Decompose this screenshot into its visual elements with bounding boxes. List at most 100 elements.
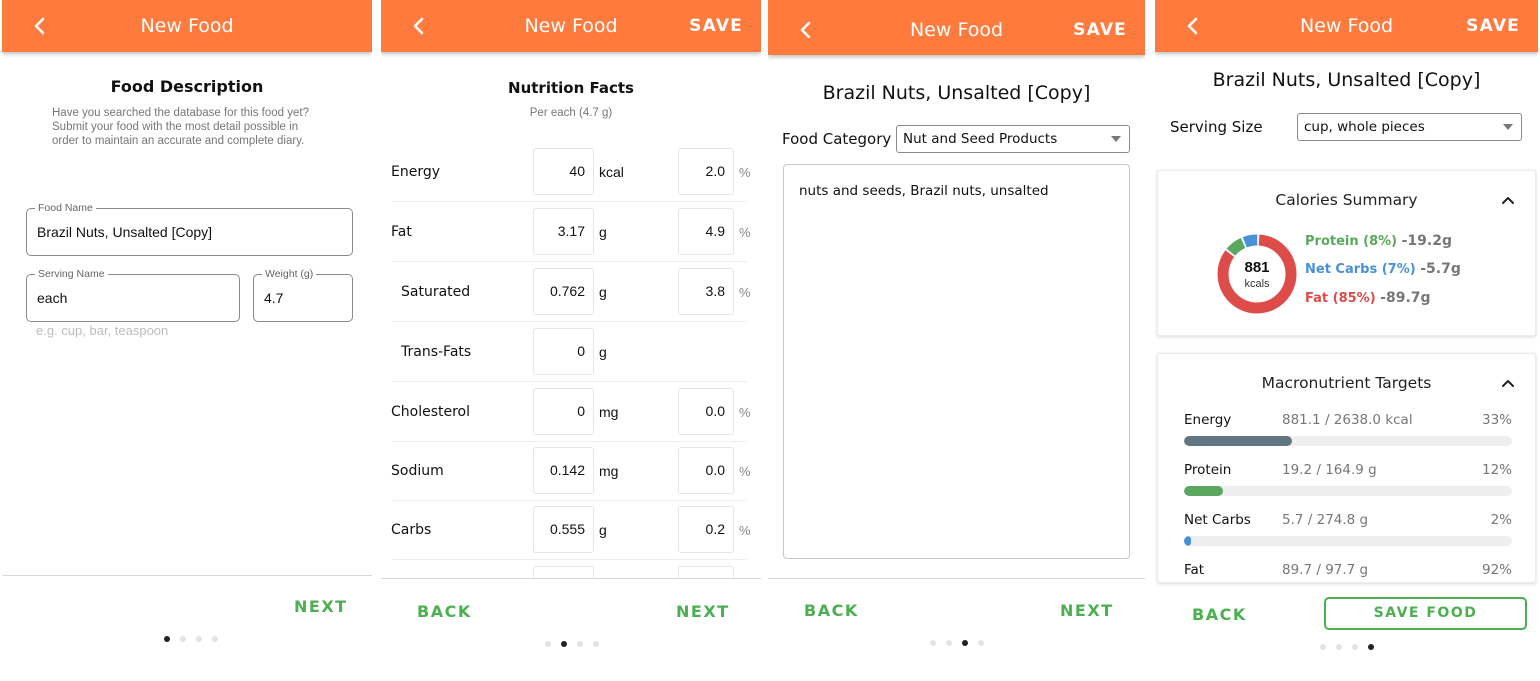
percent-sign: % — [739, 523, 751, 538]
nutrient-name: Saturated — [401, 284, 471, 300]
nutrient-unit: mg — [599, 404, 619, 420]
serving-size-value: cup, whole pieces — [1304, 119, 1425, 135]
food-title: Brazil Nuts, Unsalted [Copy] — [1212, 69, 1481, 91]
chevron-up-icon[interactable] — [1501, 378, 1515, 388]
app-bar-title: New Food — [140, 15, 234, 37]
nutrient-percent-input[interactable]: 0.0 — [678, 388, 734, 435]
calories-total: 881 — [1244, 259, 1269, 276]
save-action[interactable]: SAVE — [689, 0, 743, 52]
macro-value: 5.7 / 274.8 g — [1282, 512, 1369, 528]
page-indicator — [164, 636, 218, 642]
description-text: Have you searched the database for this … — [52, 107, 309, 147]
nutrient-value-input[interactable]: 0 — [533, 388, 594, 435]
next-button[interactable]: NEXT — [1060, 601, 1114, 620]
nutrient-percent-input[interactable]: 2.0 — [678, 148, 734, 195]
page-indicator — [545, 641, 599, 647]
nutrient-name: Sodium — [391, 463, 444, 479]
percent-sign: % — [739, 165, 751, 180]
back-text-button[interactable]: BACK — [1192, 605, 1247, 624]
nutrient-row: Cholesterol 0 mg 0.0 % — [381, 382, 751, 442]
nutrient-value-input-partial[interactable] — [533, 566, 594, 578]
serving-subheading: Per each (4.7 g) — [529, 107, 613, 119]
macronutrient-targets-card: Macronutrient Targets Energy 881.1 / 263… — [1157, 353, 1536, 583]
back-text-button[interactable]: BACK — [804, 601, 859, 620]
nutrient-value-input[interactable]: 0 — [533, 328, 594, 375]
save-action[interactable]: SAVE — [1073, 0, 1127, 60]
progress-track — [1184, 436, 1512, 446]
nutrient-name: Fat — [391, 224, 412, 240]
protein-legend: Protein (8%) -19.2g — [1305, 233, 1452, 249]
footer-divider — [2, 575, 372, 576]
food-name-label: Food Name — [35, 202, 96, 214]
nutrient-value-input[interactable]: 3.17 — [533, 208, 594, 255]
macro-name: Energy — [1184, 412, 1232, 428]
card-title: Macronutrient Targets — [1261, 374, 1432, 392]
nutrient-value-input[interactable]: 0.762 — [533, 268, 594, 315]
calories-unit: kcals — [1244, 278, 1270, 290]
page-dot — [545, 641, 551, 647]
nutrient-name: Energy — [391, 164, 441, 180]
page-dot — [164, 636, 170, 642]
percent-sign: % — [739, 405, 751, 420]
save-food-button[interactable]: SAVE FOOD — [1324, 597, 1527, 630]
serving-size-label: Serving Size — [1170, 118, 1263, 136]
macro-name: Fat — [1184, 562, 1205, 578]
percent-sign: % — [739, 464, 751, 479]
nutrient-value-input[interactable]: 0.142 — [533, 447, 594, 494]
page-dot — [577, 641, 583, 647]
app-bar: New Food — [2, 0, 372, 52]
nutrient-row: Carbs 0.555 g 0.2 % — [381, 500, 751, 560]
fat-legend-label: Fat (85%) — [1305, 291, 1376, 306]
nutrient-percent-input[interactable]: 0.0 — [678, 447, 734, 494]
serving-size-select[interactable]: cup, whole pieces — [1297, 113, 1522, 141]
page-dot — [196, 636, 202, 642]
nutrient-value-input[interactable]: 40 — [533, 148, 594, 195]
next-button[interactable]: NEXT — [676, 602, 730, 621]
nutrient-value-input[interactable]: 0.555 — [533, 506, 594, 553]
footer-divider — [768, 578, 1145, 579]
weight-label: Weight (g) — [262, 268, 317, 280]
food-category-label: Food Category — [782, 130, 892, 148]
nutrient-unit: g — [599, 344, 607, 360]
serving-name-field[interactable]: Serving Name each — [26, 268, 240, 322]
carbs-legend-label: Net Carbs (7%) — [1305, 262, 1416, 277]
page-dot — [1320, 644, 1326, 650]
protein-legend-grams: -19.2g — [1401, 233, 1452, 249]
page-dot — [593, 641, 599, 647]
nutrient-percent-input-partial[interactable] — [678, 566, 734, 578]
food-category-select[interactable]: Nut and Seed Products — [896, 125, 1130, 153]
food-notes-textarea[interactable]: nuts and seeds, Brazil nuts, unsalted — [783, 164, 1130, 559]
nutrient-percent-input[interactable]: 3.8 — [678, 268, 734, 315]
food-title: Brazil Nuts, Unsalted [Copy] — [822, 82, 1091, 104]
macro-percent: 2% — [1490, 512, 1512, 528]
back-text-button[interactable]: BACK — [417, 602, 472, 621]
row-divider — [393, 559, 747, 560]
food-name-value: Brazil Nuts, Unsalted [Copy] — [37, 224, 213, 240]
save-action[interactable]: SAVE — [1466, 0, 1520, 52]
page-dot — [930, 640, 936, 646]
page-indicator — [930, 640, 984, 646]
nutrient-row: Energy 40 kcal 2.0 % — [381, 142, 751, 202]
food-name-field[interactable]: Food Name Brazil Nuts, Unsalted [Copy] — [26, 202, 353, 256]
nutrient-percent-input[interactable]: 0.2 — [678, 506, 734, 553]
nutrient-name: Carbs — [391, 522, 432, 538]
nutrient-row: Saturated 0.762 g 3.8 % — [381, 262, 751, 322]
dropdown-arrow-icon — [1503, 124, 1513, 130]
nutrient-row: Trans-Fats 0 g — [381, 322, 751, 382]
calories-donut-chart: 881 kcals — [1217, 234, 1297, 314]
nutrient-unit: g — [599, 522, 607, 538]
weight-value: 4.7 — [264, 290, 284, 306]
nutrient-unit: mg — [599, 463, 619, 479]
next-button[interactable]: NEXT — [294, 597, 348, 616]
progress-track — [1184, 486, 1512, 496]
screen-food-summary: New Food SAVE Brazil Nuts, Unsalted [Cop… — [1155, 0, 1538, 681]
nutrient-percent-input[interactable]: 4.9 — [678, 208, 734, 255]
carbs-legend: Net Carbs (7%) -5.7g — [1305, 261, 1461, 277]
nutrient-unit: g — [599, 224, 607, 240]
serving-name-label: Serving Name — [35, 268, 108, 280]
carbs-legend-grams: -5.7g — [1420, 261, 1461, 277]
progress-fill — [1184, 536, 1191, 546]
weight-field[interactable]: Weight (g) 4.7 — [253, 268, 353, 322]
screen-nutrition-facts: New Food SAVE Nutrition Facts Per each (… — [381, 0, 761, 681]
chevron-up-icon[interactable] — [1501, 195, 1515, 205]
